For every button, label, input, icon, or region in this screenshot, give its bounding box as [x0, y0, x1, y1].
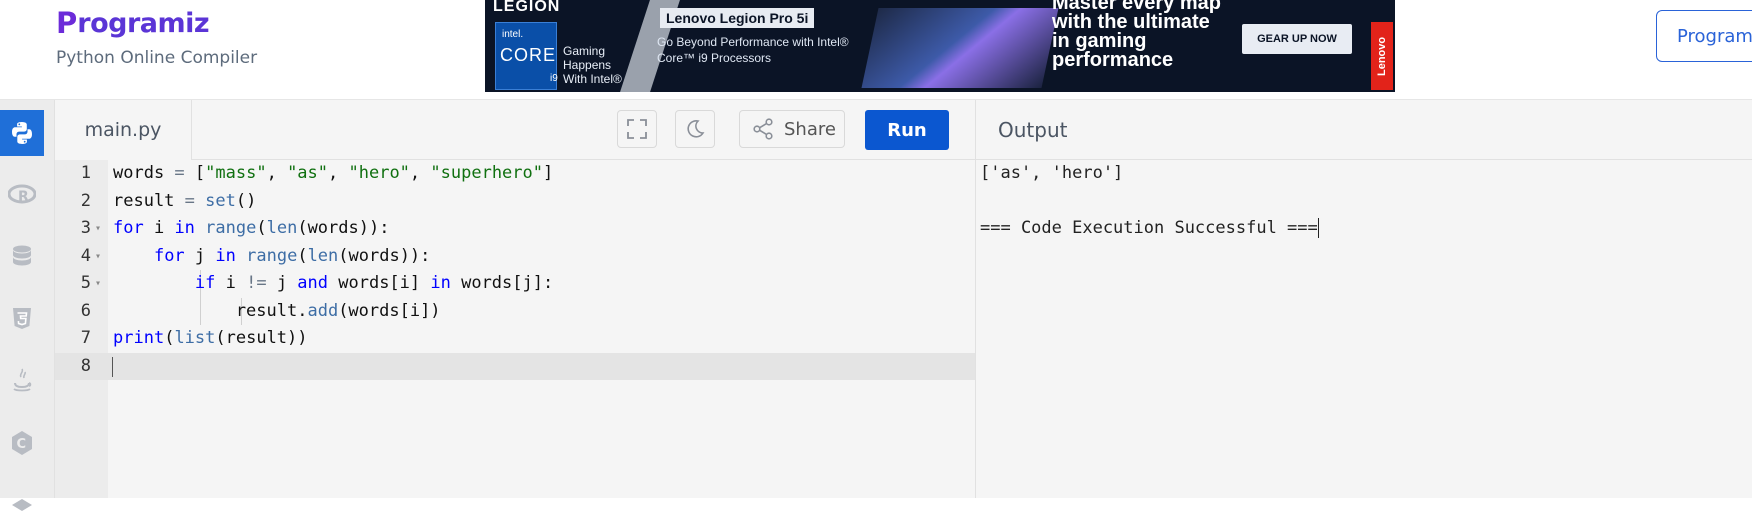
theme-toggle-button[interactable] [675, 110, 715, 148]
code-text: print(list(result)) [113, 328, 308, 348]
code-line[interactable]: 5 ▾ if i != j and words[i] in words[j]: [55, 270, 975, 298]
code-text: if i != j and words[i] in words[j]: [194, 273, 554, 293]
code-text: for i in range(len(words)): [113, 218, 390, 238]
moon-icon [687, 120, 705, 138]
code-line-current[interactable]: 8 [55, 352, 975, 380]
editor-toolbar: main.py Share Run [55, 100, 975, 160]
line-number: 4 [80, 245, 91, 266]
line-number: 5 [80, 273, 91, 293]
output-title: Output [998, 117, 1068, 142]
run-button[interactable]: Run [865, 110, 949, 150]
code-editor[interactable]: 1 words = ["mass", "as", "hero", "superh… [55, 160, 975, 498]
code-line[interactable]: 2 result = set() [55, 188, 975, 216]
sidebar-item-python[interactable] [0, 110, 44, 156]
code-text: result = set() [113, 190, 257, 211]
line-number: 2 [80, 190, 91, 211]
code-text: result.add(words[i]) [113, 300, 441, 321]
code-line[interactable]: 7 print(list(result)) [55, 325, 975, 353]
expand-icon [627, 119, 647, 139]
java-icon [13, 368, 32, 392]
sidebar-item-r[interactable]: R [0, 172, 44, 218]
output-status-line: === Code Execution Successful === [980, 215, 1319, 243]
ad-brand-tag: Lenovo [1371, 22, 1393, 90]
ad-cta-button[interactable]: GEAR UP NOW [1242, 24, 1352, 54]
output-panel[interactable]: ['as', 'hero'] === Code Execution Succes… [975, 160, 1752, 498]
html5-icon [13, 308, 31, 329]
sidebar-item-java[interactable] [0, 358, 44, 404]
ad-legion-label: LEGION [493, 0, 561, 15]
file-tab-main[interactable]: main.py [55, 100, 192, 160]
share-icon [753, 118, 773, 140]
sidebar-item-c[interactable]: C [0, 420, 44, 466]
fold-arrow-icon[interactable]: ▾ [95, 270, 101, 298]
intel-core-badge: intel. CORE i9 [495, 22, 558, 90]
output-line: ['as', 'hero'] [980, 163, 1124, 183]
advertisement-banner[interactable]: LEGION intel. CORE i9 Gaming Happens Wit… [485, 0, 1395, 92]
page-subtitle: Python Online Compiler [56, 48, 258, 68]
code-line[interactable]: 6 result.add(words[i]) [55, 297, 975, 325]
output-cursor [1317, 218, 1319, 238]
fold-arrow-icon[interactable]: ▾ [95, 215, 101, 243]
code-line[interactable]: 1 words = ["mass", "as", "hero", "superh… [55, 160, 975, 188]
share-label: Share [784, 118, 836, 140]
programiz-logo[interactable]: Programiz [56, 4, 210, 42]
code-text: words = ["mass", "as", "hero", "superher… [113, 163, 554, 183]
top-bar: Programiz Python Online Compiler LEGION … [0, 0, 1752, 100]
database-icon [13, 245, 31, 266]
c-icon: C [12, 431, 32, 455]
sidebar-item-sql[interactable] [0, 234, 44, 280]
ad-laptop-image [861, 8, 1059, 88]
intel-label: intel. [502, 29, 524, 40]
svg-text:C: C [17, 437, 27, 452]
language-sidebar: R C [0, 100, 55, 511]
line-number: 6 [80, 300, 91, 321]
line-number: 1 [80, 163, 91, 183]
share-button[interactable]: Share [739, 110, 845, 148]
line-number: 3 [80, 218, 91, 238]
ad-headline: Master every map with the ultimate in ga… [1052, 0, 1221, 71]
logo-mark: P [56, 6, 78, 40]
python-icon [12, 122, 32, 144]
code-line[interactable]: 4 ▾ for j in range(len(words)): [55, 243, 975, 271]
line-number: 7 [80, 328, 91, 348]
language-icon [12, 499, 32, 511]
fold-arrow-icon[interactable]: ▾ [95, 243, 101, 271]
programiz-pro-button[interactable]: Programiz [1656, 10, 1752, 62]
line-number: 8 [80, 355, 91, 376]
logo-wordmark: rogramiz [77, 7, 210, 39]
sidebar-item-more[interactable] [0, 482, 44, 528]
fullscreen-button[interactable] [617, 110, 657, 148]
svg-text:R: R [18, 189, 29, 205]
output-header: Output [975, 100, 1752, 160]
text-cursor [112, 356, 113, 377]
intel-gen-label: i9 [550, 73, 558, 84]
code-text: for j in range(len(words)): [153, 245, 431, 266]
code-line[interactable]: 3 ▾ for i in range(len(words)): [55, 215, 975, 243]
r-icon: R [8, 184, 36, 205]
ad-model-label: Lenovo Legion Pro 5i [660, 8, 815, 28]
ad-beyond-text: Go Beyond Performance with Intel® Core™ … [657, 35, 849, 65]
intel-core-label: CORE [500, 45, 557, 65]
output-status-text: === Code Execution Successful === [980, 218, 1318, 238]
sidebar-item-html[interactable] [0, 296, 44, 342]
